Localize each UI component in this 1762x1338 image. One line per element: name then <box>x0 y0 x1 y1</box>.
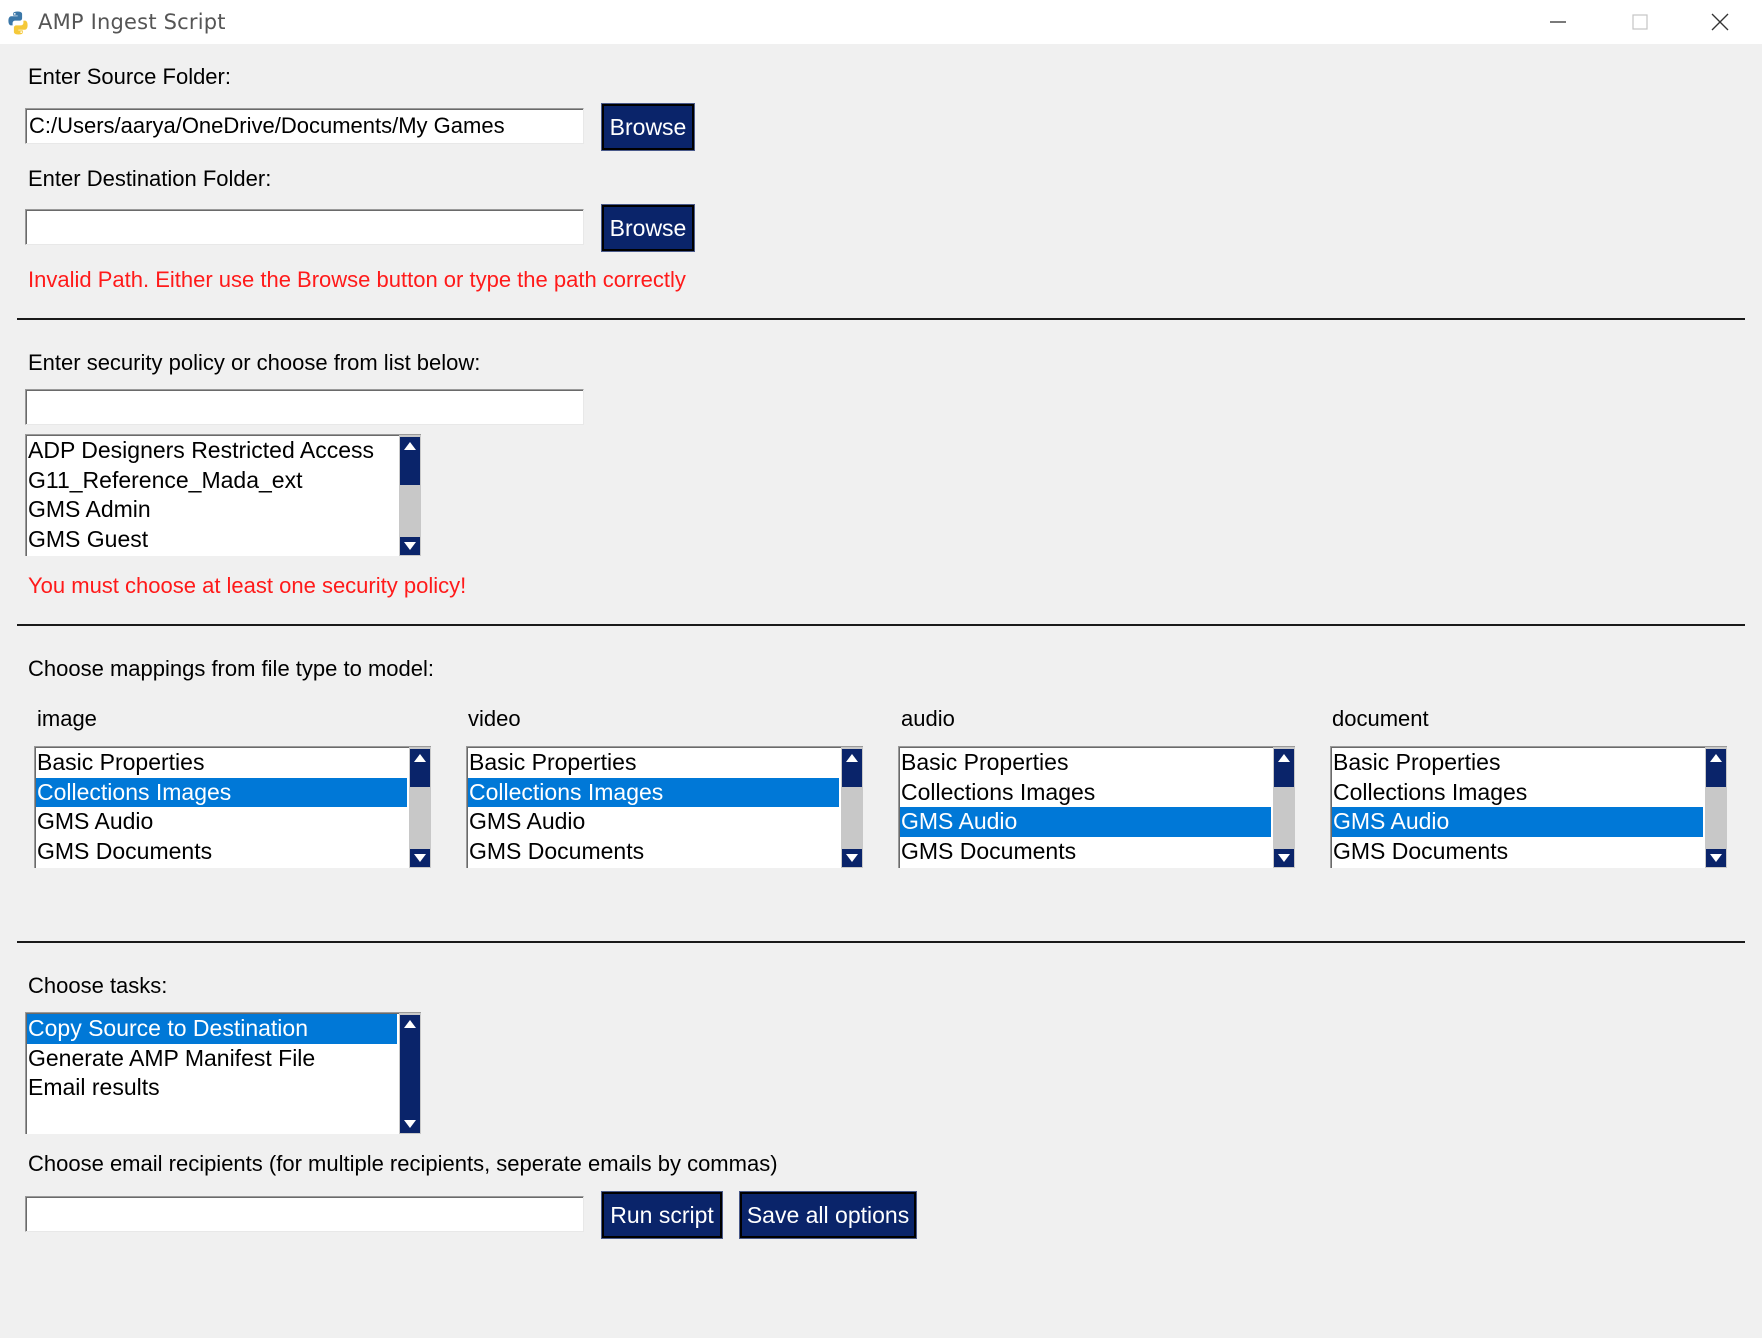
scroll-up-arrow-icon[interactable] <box>410 749 430 767</box>
list-item[interactable]: Collections Images <box>36 777 407 808</box>
security-error-message: You must choose at least one security po… <box>28 573 467 598</box>
scroll-thumb[interactable] <box>842 767 862 787</box>
scroll-down-arrow-icon[interactable] <box>410 849 430 867</box>
list-item[interactable]: Collections Images <box>1332 778 1703 808</box>
source-folder-label: Enter Source Folder: <box>28 64 231 89</box>
list-item[interactable]: Copy Source to Destination <box>27 1014 397 1044</box>
mapping-column-label: image <box>37 706 97 731</box>
video-mapping-listbox[interactable]: Basic Properties Collections Images GMS Au… <box>466 746 863 868</box>
scrollbar[interactable] <box>1705 747 1727 868</box>
section-divider <box>17 941 1745 943</box>
destination-folder-label: Enter Destination Folder: <box>28 166 272 191</box>
scroll-down-arrow-icon[interactable] <box>1274 849 1294 867</box>
email-recipients-label: Choose email recipients (for multiple re… <box>28 1151 778 1176</box>
destination-browse-button[interactable]: Browse <box>601 204 695 252</box>
scroll-thumb[interactable] <box>410 767 430 787</box>
scroll-up-arrow-icon[interactable] <box>1706 749 1726 767</box>
security-policy-label: Enter security policy or choose from lis… <box>28 350 481 375</box>
close-button[interactable] <box>1680 0 1760 44</box>
scrollbar[interactable] <box>841 747 863 868</box>
list-item[interactable]: GMS Documents <box>900 837 1271 867</box>
list-item[interactable]: Basic Properties <box>1332 748 1703 778</box>
list-item[interactable]: Basic Properties <box>36 748 407 778</box>
scroll-up-arrow-icon[interactable] <box>842 749 862 767</box>
tasks-listbox[interactable]: Copy Source to Destination Generate AMP M… <box>25 1012 421 1134</box>
scroll-down-arrow-icon[interactable] <box>842 849 862 867</box>
list-item[interactable]: GMS Audio <box>468 807 839 837</box>
list-item[interactable]: G11_Reference_Mada_ext <box>27 466 397 496</box>
list-item[interactable]: Collections Images <box>468 777 839 808</box>
document-mapping-listbox[interactable]: Basic Properties Collections Images GMS Au… <box>1330 746 1727 868</box>
scroll-thumb[interactable] <box>1274 767 1294 787</box>
section-divider <box>17 318 1745 320</box>
scroll-thumb[interactable] <box>400 455 420 485</box>
scroll-up-arrow-icon[interactable] <box>400 437 420 455</box>
list-item[interactable]: GMS Admin <box>27 495 397 525</box>
list-item[interactable]: Generate AMP Manifest File <box>27 1044 397 1074</box>
section-divider <box>17 624 1745 626</box>
list-item[interactable]: GMS Documents <box>1332 837 1703 867</box>
run-script-button[interactable]: Run script <box>601 1191 723 1239</box>
mapping-column-label: audio <box>901 706 955 731</box>
list-item[interactable]: GMS Audio <box>1332 807 1703 837</box>
list-item[interactable]: Email results <box>27 1073 397 1103</box>
title-bar: AMP Ingest Script <box>0 0 1762 44</box>
save-all-options-button[interactable]: Save all options <box>739 1191 917 1239</box>
audio-mapping-listbox[interactable]: Basic Properties Collections Images GMS Au… <box>898 746 1295 868</box>
scroll-down-arrow-icon[interactable] <box>1706 849 1726 867</box>
scroll-thumb[interactable] <box>400 1033 420 1115</box>
mapping-column-label: document <box>1332 706 1429 731</box>
security-policy-input[interactable] <box>25 389 584 425</box>
security-policy-listbox[interactable]: ADP Designers Restricted Access G11_Refer… <box>25 434 421 556</box>
window-title: AMP Ingest Script <box>38 10 226 34</box>
mapping-column-label: video <box>468 706 521 731</box>
maximize-button[interactable] <box>1600 0 1680 44</box>
scroll-thumb[interactable] <box>1706 767 1726 787</box>
mappings-label: Choose mappings from file type to model: <box>28 656 434 681</box>
source-browse-button[interactable]: Browse <box>601 103 695 151</box>
scroll-up-arrow-icon[interactable] <box>1274 749 1294 767</box>
list-item[interactable]: GMS Documents <box>36 837 407 867</box>
scroll-down-arrow-icon[interactable] <box>400 1115 420 1133</box>
list-item[interactable]: Collections Images <box>900 778 1271 808</box>
image-mapping-listbox[interactable]: Basic Properties Collections Images GMS Au… <box>34 746 431 868</box>
list-item[interactable]: GMS Documents <box>468 837 839 867</box>
email-recipients-input[interactable] <box>25 1196 584 1232</box>
scroll-down-arrow-icon[interactable] <box>400 537 420 555</box>
destination-error-message: Invalid Path. Either use the Browse butt… <box>28 267 686 292</box>
list-item[interactable]: ADP Designers Restricted Access <box>27 436 397 466</box>
list-item[interactable]: GMS Audio <box>36 807 407 837</box>
list-item[interactable]: Basic Properties <box>468 748 839 778</box>
list-item[interactable]: GMS Guest <box>27 525 397 555</box>
list-item[interactable]: GMS Audio <box>900 807 1271 837</box>
close-icon <box>1711 13 1729 31</box>
source-folder-input[interactable] <box>25 108 584 144</box>
destination-folder-input[interactable] <box>25 209 584 245</box>
minimize-button[interactable] <box>1518 0 1598 44</box>
scrollbar[interactable] <box>1273 747 1295 868</box>
tasks-label: Choose tasks: <box>28 973 168 998</box>
scroll-up-arrow-icon[interactable] <box>400 1015 420 1033</box>
maximize-icon <box>1632 14 1648 30</box>
list-item[interactable]: Basic Properties <box>900 748 1271 778</box>
python-icon <box>8 11 28 35</box>
minimize-icon <box>1550 21 1566 23</box>
scrollbar[interactable] <box>409 747 431 868</box>
scrollbar[interactable] <box>399 435 421 556</box>
scrollbar[interactable] <box>399 1013 421 1134</box>
